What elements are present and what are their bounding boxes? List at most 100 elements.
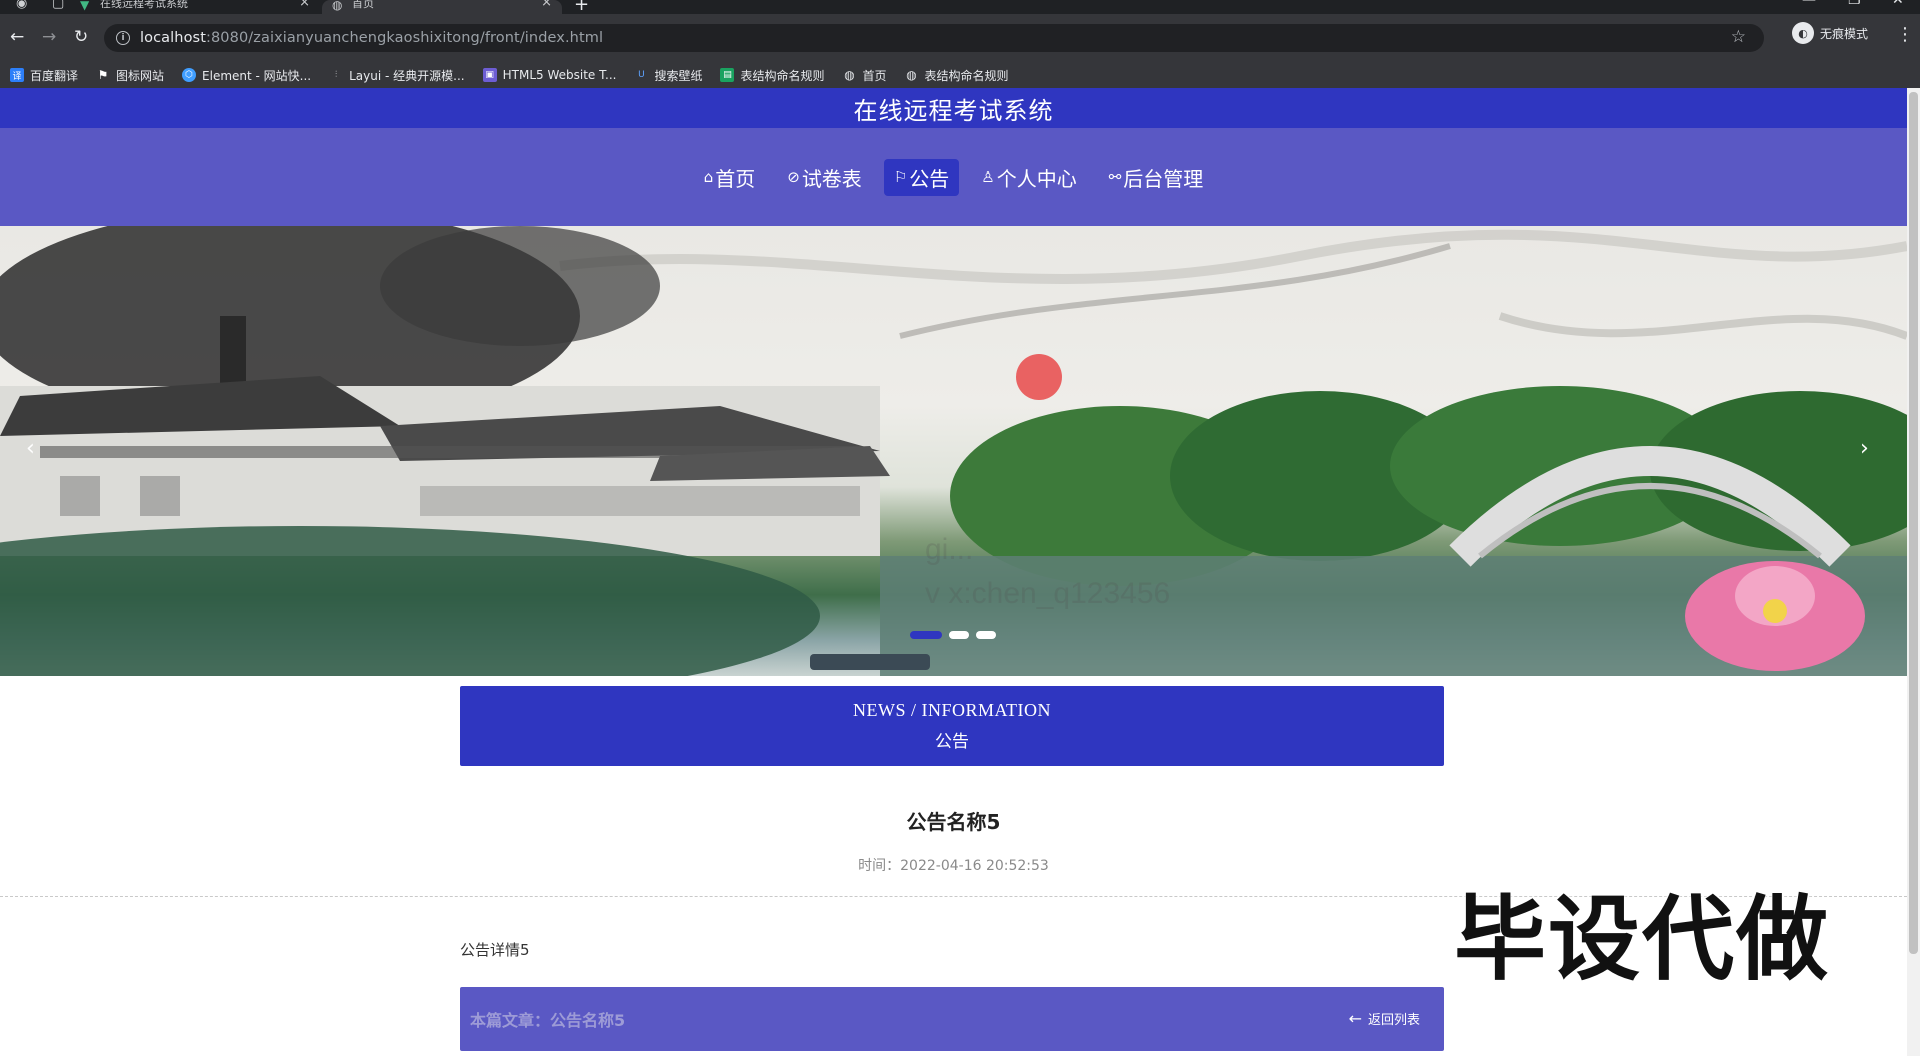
bookmark-item[interactable]: ⫶ Layui - 经典开源模...: [329, 67, 465, 84]
wallpaper-icon: U: [634, 68, 649, 82]
incognito-indicator[interactable]: ◐ 无痕模式: [1792, 22, 1868, 44]
back-to-list-link[interactable]: ← 返回列表: [1349, 1009, 1420, 1028]
nav-label: 后台管理: [1123, 166, 1204, 191]
url-text[interactable]: localhost:8080/zaixianyuanchengkaoshixit…: [140, 30, 603, 46]
url-path: :8080/zaixianyuanchengkaoshixitong/front…: [206, 30, 604, 46]
bookmark-label: 搜索壁纸: [654, 68, 703, 83]
banner-watermark: gi... v x:chen_q123456: [925, 528, 1170, 616]
carousel-dot[interactable]: [976, 631, 996, 639]
tab-exam-system[interactable]: ▼ 在线远程考试系统 ×: [80, 0, 320, 14]
time-label: 时间：: [858, 858, 901, 874]
bookmark-item[interactable]: ⬡ Element - 网站快...: [182, 67, 311, 84]
close-window-icon[interactable]: ✕: [1892, 0, 1904, 8]
bookmark-label: Element - 网站快...: [202, 68, 312, 83]
globe-icon: ◍: [842, 68, 857, 82]
page-viewport: 在线远程考试系统 ⌂ 首页 ⊘ 试卷表 ⚐ 公告 ♙ 个人中心 ⚯ 后台管理 g…: [0, 88, 1920, 1056]
baidu-translate-icon: 译: [10, 68, 24, 82]
nav-home[interactable]: ⌂ 首页: [694, 159, 766, 196]
flag-icon: ⚐: [893, 168, 908, 186]
globe-icon: ◍: [904, 68, 919, 82]
bookmark-item[interactable]: ▣ HTML5 Website T...: [482, 68, 617, 82]
article-body: 公告详情5: [460, 941, 530, 959]
restore-icon[interactable]: ❐: [1848, 0, 1861, 8]
tab-search-icon[interactable]: ▢: [52, 0, 64, 11]
home-icon: ⌂: [703, 168, 714, 186]
tab-title: 在线远程考试系统: [100, 0, 188, 10]
bookmark-label: 图标网站: [116, 68, 165, 83]
flag-icon: ⚑: [96, 68, 111, 82]
more-menu-icon[interactable]: ⋮: [1896, 24, 1914, 45]
bookmark-item[interactable]: ◍ 首页: [842, 67, 887, 84]
globe-icon: ◍: [332, 0, 343, 12]
nav-label: 试卷表: [801, 166, 862, 191]
time-value: 2022-04-16 20:52:53: [900, 858, 1049, 874]
overlay-watermark-text: 毕设代做: [1454, 886, 1831, 993]
banner-carousel[interactable]: gi... v x:chen_q123456 ‹ ›: [0, 226, 1907, 676]
site-info-icon[interactable]: i: [116, 31, 130, 45]
page-scrollbar[interactable]: [1907, 88, 1920, 1056]
mouse-cursor-highlight: [1016, 354, 1062, 400]
bookmark-label: HTML5 Website T...: [502, 68, 617, 82]
nav-label: 个人中心: [996, 166, 1077, 191]
news-section-header: NEWS / INFORMATION 公告: [460, 686, 1444, 766]
watermark-line: v x:chen_q123456: [925, 577, 1171, 610]
bookmark-label: Layui - 经典开源模...: [349, 68, 465, 83]
tab-home[interactable]: ◍ 首页 ×: [322, 0, 562, 14]
sheet-icon: ▤: [720, 68, 735, 82]
layui-icon: ⫶: [329, 68, 344, 82]
tag-icon: ⊘: [787, 168, 800, 186]
bookmark-label: 表结构命名规则: [740, 68, 825, 83]
reload-icon[interactable]: ↻: [74, 27, 88, 47]
news-heading-cn: 公告: [935, 732, 969, 752]
vue-icon: ▼: [80, 0, 90, 12]
nav-personal-center[interactable]: ♙ 个人中心: [971, 159, 1086, 196]
chrome-menu-icon[interactable]: ◉: [16, 0, 27, 11]
url-host: localhost: [140, 30, 206, 46]
bookmark-item[interactable]: ⚑ 图标网站: [96, 67, 164, 84]
bookmark-item[interactable]: U 搜索壁纸: [634, 67, 702, 84]
address-toolbar: ← → ↻ i localhost:8080/zaixianyuanchengk…: [0, 14, 1920, 62]
back-icon[interactable]: ←: [10, 27, 24, 47]
close-tab-icon[interactable]: ×: [541, 0, 552, 10]
html5-icon: ▣: [482, 68, 497, 82]
forward-icon[interactable]: →: [42, 27, 56, 47]
main-nav: ⌂ 首页 ⊘ 试卷表 ⚐ 公告 ♙ 个人中心 ⚯ 后台管理: [0, 128, 1907, 226]
bookmark-label: 首页: [862, 68, 887, 83]
nav-announcements[interactable]: ⚐ 公告: [883, 158, 960, 196]
current-article-label: 本篇文章：公告名称5: [470, 1011, 626, 1030]
nav-exam-papers[interactable]: ⊘ 试卷表: [777, 159, 872, 196]
back-label: 返回列表: [1367, 1013, 1420, 1028]
nav-label: 首页: [715, 166, 756, 191]
arrow-left-icon: ←: [1348, 1009, 1362, 1028]
carousel-dot[interactable]: [910, 631, 942, 639]
bookmarks-bar: 译百度翻译 ⚑ 图标网站 ⬡ Element - 网站快... ⫶ Layui - 经…: [0, 62, 1920, 88]
carousel-prev-icon[interactable]: ‹: [26, 436, 35, 461]
link-icon: ⚯: [1108, 168, 1122, 186]
watermark-line: gi...: [925, 533, 974, 566]
incognito-label: 无痕模式: [1820, 26, 1869, 41]
tab-title: 首页: [352, 0, 374, 10]
carousel-indicators: [910, 631, 1003, 639]
minimize-icon[interactable]: —: [1802, 0, 1816, 8]
address-bar[interactable]: i localhost:8080/zaixianyuanchengkaoshix…: [104, 24, 1764, 52]
scrollbar-thumb[interactable]: [1909, 92, 1918, 954]
nav-label: 公告: [909, 166, 950, 191]
user-icon: ♙: [981, 168, 995, 186]
site-title: 在线远程考试系统: [0, 88, 1907, 128]
new-tab-button[interactable]: +: [574, 0, 589, 14]
bookmark-star-icon[interactable]: ☆: [1731, 27, 1746, 47]
article-footer-bar: 本篇文章：公告名称5 ← 返回列表: [460, 987, 1444, 1051]
carousel-next-icon[interactable]: ›: [1860, 436, 1869, 461]
bookmark-label: 表结构命名规则: [924, 68, 1009, 83]
browser-tab-strip: ◉ ▢ ▼ 在线远程考试系统 × ◍ 首页 × + — ❐ ✕: [0, 0, 1920, 14]
article-title: 公告名称5: [906, 810, 1001, 834]
element-icon: ⬡: [182, 68, 197, 82]
carousel-dot[interactable]: [949, 631, 969, 639]
close-tab-icon[interactable]: ×: [299, 0, 310, 10]
bookmark-item[interactable]: ◍ 表结构命名规则: [904, 67, 1009, 84]
bookmark-item[interactable]: 译百度翻译: [10, 67, 78, 84]
bookmark-item[interactable]: ▤ 表结构命名规则: [720, 67, 824, 84]
news-heading-en: NEWS / INFORMATION: [853, 700, 1051, 720]
bookmark-label: 百度翻译: [30, 68, 79, 83]
nav-admin[interactable]: ⚯ 后台管理: [1099, 159, 1214, 196]
